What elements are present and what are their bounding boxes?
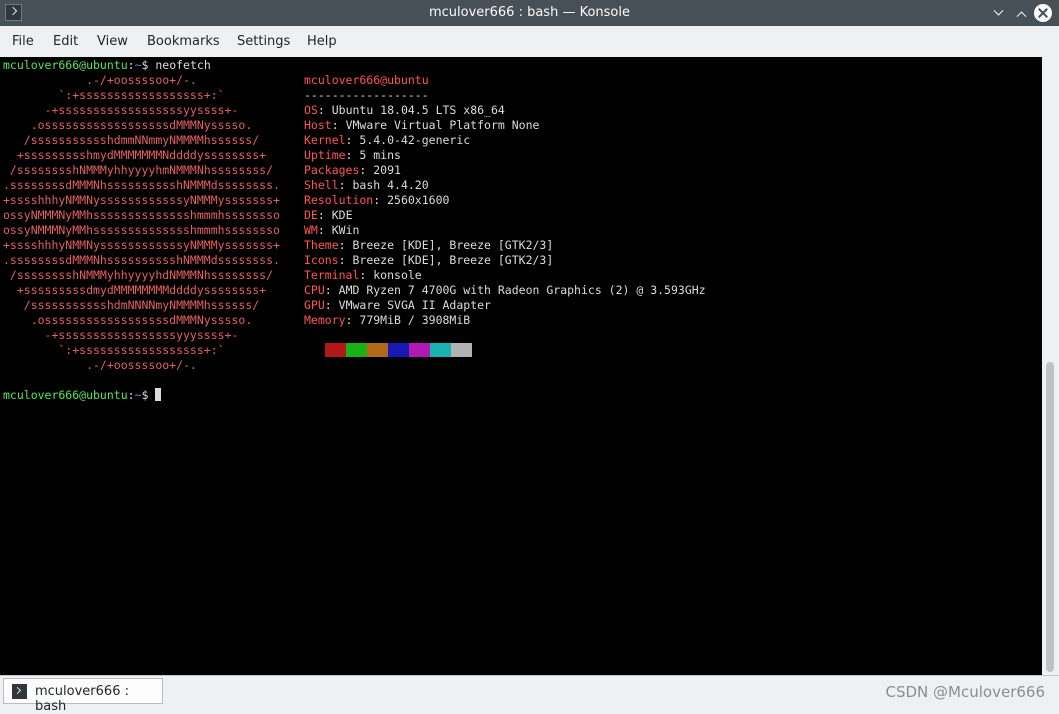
window-title: mculover666 : bash — Konsole [428, 5, 630, 20]
scrollbar-thumb[interactable] [1046, 362, 1054, 672]
palette-swatch [430, 343, 451, 357]
logo-line: -+ssssssssssssssssssyyssss+- [3, 103, 239, 117]
info-row-packages: Packages: 2091 [304, 163, 401, 177]
info-row-os: OS: Ubuntu 18.04.5 LTS x86_64 [304, 103, 505, 117]
info-row-terminal: Terminal: konsole [304, 268, 422, 282]
minimize-chevron-down-icon[interactable] [989, 4, 1007, 22]
logo-line: `:+ssssssssssssssssss+:` [3, 88, 225, 102]
info-row-cpu: CPU: AMD Ryzen 7 4700G with Radeon Graph… [304, 283, 706, 297]
info-row-uptime: Uptime: 5 mins [304, 148, 401, 162]
info-row-host: Host: VMware Virtual Platform None [304, 118, 540, 132]
logo-line: +sssshhhyNMMNyssssssssssssyNMMMysssssss+ [3, 238, 280, 252]
palette-swatch [367, 343, 388, 357]
maximize-chevron-up-icon[interactable] [1012, 4, 1030, 22]
palette-swatch [451, 343, 472, 357]
menu-help[interactable]: Help [307, 34, 337, 49]
logo-line: /ssssssssssshdmNNNNmyNMMMMhssssss/ [3, 298, 260, 312]
logo-line: -+sssssssssssssssssyyyssss+- [3, 328, 239, 342]
logo-line: .-/+oossssoo+/-. [3, 73, 197, 87]
info-row-gpu: GPU: VMware SVGA II Adapter [304, 298, 491, 312]
watermark: CSDN @Mculover666 [885, 683, 1045, 701]
terminal-view[interactable]: mculover666@ubuntu:~$ neofetch .-/+oosss… [0, 57, 1042, 675]
info-row-resolution: Resolution: 2560x1600 [304, 193, 450, 207]
info-row-theme: Theme: Breeze [KDE], Breeze [GTK2/3] [304, 238, 554, 252]
color-palette [325, 343, 472, 357]
logo-line: /sssssssshNMMMyhhyyyyhdNMMMNhssssssss/ [3, 268, 274, 282]
logo-line: /sssssssshNMMMyhhyyyyhmNMMMNhssssssss/ [3, 163, 274, 177]
logo-line: +sssshhhyNMMNyssssssssssssyNMMMysssssss+ [3, 193, 280, 207]
tab-bash[interactable]: mculover666 : bash [3, 678, 163, 714]
info-row-memory: Memory: 779MiB / 3908MiB [304, 313, 471, 327]
info-underline: ------------------ [304, 88, 429, 102]
terminal-icon [12, 684, 27, 699]
menu-bar: File Edit View Bookmarks Settings Help [0, 26, 1059, 56]
logo-line: +ssssssssshmydMMMMMMMNddddyssssssss+ [3, 148, 267, 162]
palette-swatch [346, 343, 367, 357]
info-row-wm: WM: KWin [304, 223, 360, 237]
info-row-icons: Icons: Breeze [KDE], Breeze [GTK2/3] [304, 253, 554, 267]
command-line: mculover666@ubuntu:~$ neofetch [3, 58, 211, 72]
text-cursor [155, 388, 162, 401]
logo-line: `:+ssssssssssssssssss+:` [3, 343, 225, 357]
palette-swatch [388, 343, 409, 357]
palette-swatch [325, 343, 346, 357]
prompt-line: mculover666@ubuntu:~$ [3, 388, 162, 403]
logo-line: +sssssssssdmydMMMMMMMMddddyssssssss+ [3, 283, 267, 297]
logo-line: .ssssssssdMMMNhsssssssssshNMMMdssssssss. [3, 178, 280, 192]
logo-line: .ossssssssssssssssssdMMMNysssso. [3, 118, 253, 132]
menu-settings[interactable]: Settings [237, 34, 290, 49]
tab-label: mculover666 : bash [35, 684, 129, 714]
info-title: mculover666@ubuntu [304, 73, 429, 87]
title-bar[interactable]: mculover666 : bash — Konsole [0, 0, 1059, 26]
menu-bookmarks[interactable]: Bookmarks [147, 34, 220, 49]
info-row-kernel: Kernel: 5.4.0-42-generic [304, 133, 471, 147]
logo-line: .-/+oossssoo+/-. [3, 358, 197, 372]
logo-line: .ossssssssssssssssssdMMMNysssso. [3, 313, 253, 327]
info-row-shell: Shell: bash 4.4.20 [304, 178, 429, 192]
menu-edit[interactable]: Edit [53, 34, 78, 49]
logo-line: .ssssssssdMMMNhsssssssssshNMMMdssssssss. [3, 253, 280, 267]
logo-line: ossyNMMMNyMMhsssssssssssssshmmmhssssssso [3, 208, 280, 222]
menu-view[interactable]: View [97, 34, 128, 49]
menu-file[interactable]: File [12, 34, 34, 49]
close-window-icon[interactable] [1034, 4, 1052, 22]
info-row-de: DE: KDE [304, 208, 353, 222]
logo-line: /ssssssssssshdmmNNmmyNMMMMhssssss/ [3, 133, 260, 147]
logo-line: ossyNMMMNyMMhsssssssssssssshmmmhssssssso [3, 223, 280, 237]
palette-swatch [409, 343, 430, 357]
